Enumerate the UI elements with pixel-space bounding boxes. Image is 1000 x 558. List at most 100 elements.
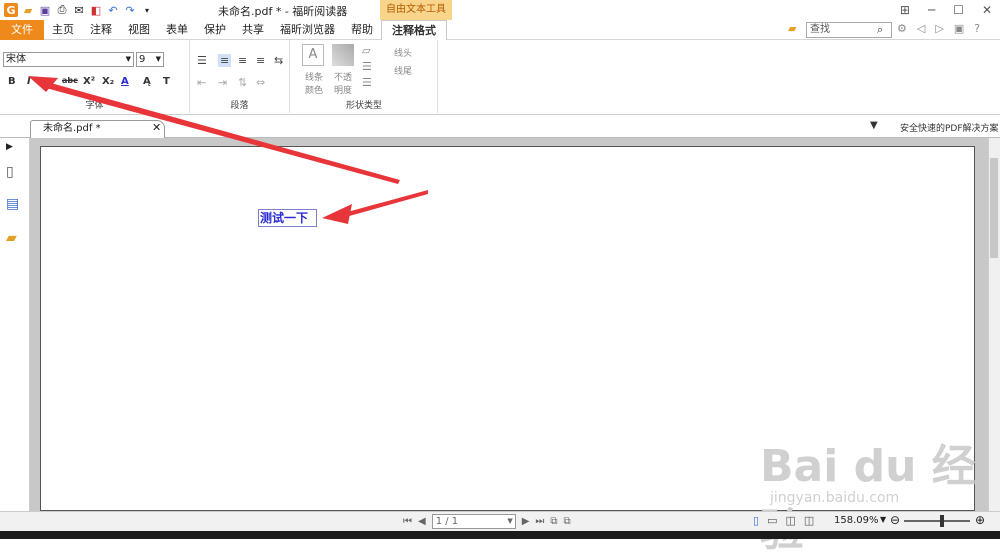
- tab-home[interactable]: 主页: [44, 20, 82, 40]
- maximize-icon[interactable]: ☐: [953, 3, 964, 17]
- text-highlight-icon[interactable]: Ą: [143, 76, 151, 87]
- print-icon[interactable]: ⎙: [55, 3, 69, 17]
- bold-button[interactable]: B: [8, 76, 16, 87]
- facing-icon[interactable]: ◫: [785, 514, 795, 527]
- tab-comment-format[interactable]: 注释格式: [381, 20, 447, 41]
- line-start-button[interactable]: 线头: [394, 46, 412, 59]
- pages-icon[interactable]: ▤: [6, 196, 19, 212]
- comments-icon[interactable]: ▰: [6, 230, 17, 246]
- chevron-down-icon: ▼: [155, 55, 161, 63]
- top-right-tools: ⚙ ◁ ▷ ▣ ?: [897, 22, 980, 35]
- first-page-icon[interactable]: ⏮: [403, 516, 412, 527]
- page-navigation: ⏮ ◀ 1 / 1 ▼ ▶ ⏭ ⧉ ⧉: [403, 513, 571, 529]
- redo-icon[interactable]: ↷: [123, 3, 137, 17]
- zoom-level[interactable]: 158.09%: [834, 515, 879, 526]
- next-page-icon[interactable]: ▶: [522, 516, 530, 527]
- promo-chevron-icon[interactable]: ▼: [870, 120, 878, 131]
- close-icon[interactable]: ✕: [982, 3, 992, 17]
- window-controls: ⊞ ─ ☐ ✕: [900, 0, 992, 20]
- search-icon[interactable]: ⌕: [877, 23, 883, 37]
- last-page-icon[interactable]: ⏭: [535, 516, 544, 527]
- line-color-icon[interactable]: A: [302, 44, 324, 66]
- paragraph-group: ☰ ≡ ≡ ≡ ⇆ ⇤ ⇥ ⇅ ⇔ 段落: [190, 40, 290, 113]
- settings-icon[interactable]: ⚙: [897, 22, 907, 35]
- page-number-input[interactable]: 1 / 1 ▼: [431, 513, 516, 529]
- customize-icon[interactable]: ▾: [140, 3, 154, 17]
- align-right-icon[interactable]: ≡: [256, 54, 265, 67]
- save-icon[interactable]: ▣: [38, 3, 52, 17]
- open-folder-icon[interactable]: ▰: [21, 3, 35, 17]
- opacity-icon[interactable]: [332, 44, 354, 66]
- quick-access-toolbar: G ▰ ▣ ⎙ ✉ ◧ ↶ ↷ ▾: [4, 2, 154, 18]
- opacity-button[interactable]: 不透 明度: [328, 70, 358, 96]
- undo-icon[interactable]: ↶: [106, 3, 120, 17]
- close-tab-icon[interactable]: ✕: [152, 121, 161, 134]
- indent-increase-icon[interactable]: ⇥: [218, 76, 227, 89]
- text-style-icon[interactable]: T: [163, 76, 170, 87]
- superscript-button[interactable]: X²: [83, 76, 95, 87]
- next-view-icon[interactable]: ⧉: [564, 516, 571, 527]
- app-logo-icon[interactable]: G: [4, 3, 18, 17]
- font-family-select[interactable]: 宋体 ▼: [3, 52, 134, 67]
- expand-panel-icon[interactable]: ▶: [6, 142, 13, 152]
- zoom-out-icon[interactable]: ⊖: [890, 513, 900, 527]
- view-mode-buttons: ▯ ▭ ◫ ◫: [753, 514, 814, 527]
- char-spacing-icon[interactable]: ⇔: [256, 76, 265, 89]
- file-menu-button[interactable]: 文件: [0, 20, 44, 40]
- zoom-slider-thumb[interactable]: [940, 515, 944, 527]
- font-size-select[interactable]: 9 ▼: [136, 52, 164, 67]
- prev-page-icon[interactable]: ◀: [418, 516, 426, 527]
- zoom-in-icon[interactable]: ⊕: [975, 513, 985, 527]
- watermark-url: jingyan.baidu.com: [770, 490, 900, 506]
- tab-share[interactable]: 共享: [234, 20, 272, 40]
- tab-protect[interactable]: 保护: [196, 20, 234, 40]
- strikethrough-button[interactable]: abc: [62, 76, 78, 85]
- zoom-slider[interactable]: [904, 520, 970, 522]
- single-page-icon[interactable]: ▯: [753, 514, 759, 527]
- ribbon-tabs: 主页 注释 视图 表单 保护 共享 福昕浏览器 帮助 注释格式: [44, 20, 447, 41]
- tab-help[interactable]: 帮助: [343, 20, 381, 40]
- folder-search-icon[interactable]: ▰: [788, 22, 796, 35]
- tab-comment[interactable]: 注释: [82, 20, 120, 40]
- minimize-icon[interactable]: ─: [928, 3, 935, 17]
- font-color-icon[interactable]: A: [121, 76, 129, 87]
- scrollbar-thumb[interactable]: [990, 158, 998, 258]
- tab-browser[interactable]: 福昕浏览器: [272, 20, 343, 40]
- line-width-icon[interactable]: ☰: [362, 76, 372, 89]
- document-tab[interactable]: 未命名.pdf *: [30, 120, 165, 138]
- back-icon[interactable]: ◁: [917, 22, 925, 35]
- line-end-button[interactable]: 线尾: [394, 64, 412, 77]
- free-text-annotation[interactable]: 测试一下: [258, 209, 317, 227]
- context-tab-label: 自由文本工具: [380, 0, 452, 20]
- email-icon[interactable]: ✉: [72, 3, 86, 17]
- user-icon[interactable]: ▣: [954, 22, 964, 35]
- clipboard-icon[interactable]: ◧: [89, 3, 103, 17]
- align-left-icon[interactable]: ≡: [218, 54, 232, 67]
- prev-view-icon[interactable]: ⧉: [550, 516, 557, 527]
- align-center-icon[interactable]: ≡: [238, 54, 247, 67]
- italic-button[interactable]: I: [27, 76, 31, 87]
- line-style-icon[interactable]: ☰: [362, 60, 372, 73]
- continuous-icon[interactable]: ▭: [767, 514, 777, 527]
- chevron-down-icon: ▼: [125, 55, 131, 63]
- spacing-icon[interactable]: ⇅: [238, 76, 247, 89]
- font-group: 宋体 ▼ 9 ▼ B I abc X² X₂ A Ą T 字体: [0, 40, 190, 113]
- fill-color-icon[interactable]: ▱: [362, 44, 370, 57]
- indent-decrease-icon[interactable]: ⇤: [197, 76, 206, 89]
- shape-group: A 线条 颜色 不透 明度 ▱ ☰ ☰ 线头 线尾 形状类型: [290, 40, 438, 113]
- line-spacing-icon[interactable]: ⇆: [274, 54, 283, 67]
- promo-text[interactable]: 安全快速的PDF解决方案: [900, 121, 999, 134]
- tab-view[interactable]: 视图: [120, 20, 158, 40]
- cover-icon[interactable]: ◫: [804, 514, 814, 527]
- list-icon[interactable]: ☰: [197, 54, 207, 67]
- chevron-down-icon: ▼: [507, 516, 513, 525]
- page-thumbnail-icon[interactable]: ▯: [6, 164, 14, 180]
- subscript-button[interactable]: X₂: [102, 76, 114, 87]
- page-number-value: 1 / 1: [435, 515, 459, 527]
- forward-icon[interactable]: ▷: [935, 22, 943, 35]
- tab-form[interactable]: 表单: [158, 20, 196, 40]
- help-icon[interactable]: ?: [974, 22, 980, 35]
- taskbar: [0, 531, 1000, 539]
- zoom-dropdown-icon[interactable]: ▼: [880, 515, 886, 524]
- grid-icon[interactable]: ⊞: [900, 3, 910, 17]
